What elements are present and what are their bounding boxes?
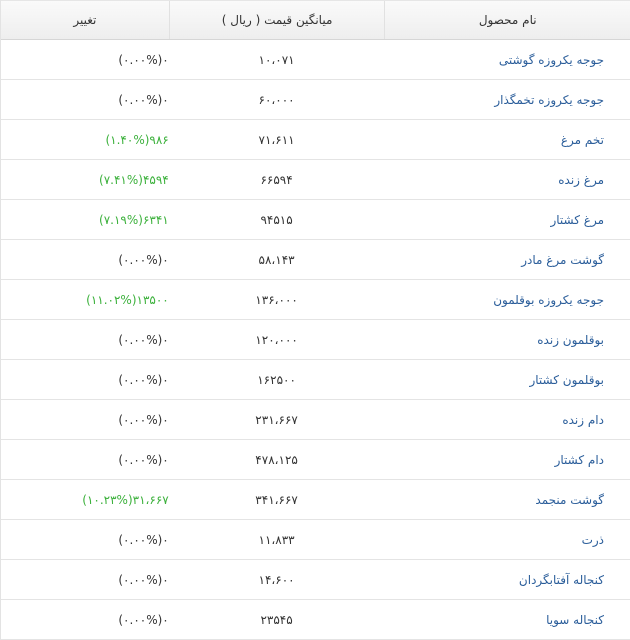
table-row: کنجاله سویا ۲۳۵۴۵ (۰.۰۰%)۰ <box>1 600 630 640</box>
average-price-value: ۹۴۵۱۵ <box>260 212 293 227</box>
average-price-value: ۵۸،۱۴۳ <box>258 252 295 267</box>
average-price-value: ۶۰،۰۰۰ <box>258 92 295 107</box>
price-change-value: (۰.۰۰%)۰ <box>118 252 169 267</box>
price-change-value: (۷.۴۱%)۴۵۹۴ <box>99 172 169 187</box>
price-change-value: (۰.۰۰%)۰ <box>118 52 169 67</box>
price-change-value: (۷.۱۹%)۶۳۴۱ <box>99 212 169 227</box>
product-name-link[interactable]: جوجه یکروزه گوشتی <box>384 40 630 79</box>
average-price-value: ۲۳۱،۶۶۷ <box>255 412 298 427</box>
table-row: جوجه یکروزه بوقلمون ۱۳۶،۰۰۰ (۱۱.۰۲%)۱۳۵۰۰ <box>1 280 630 320</box>
price-change-value: (۰.۰۰%)۰ <box>118 452 169 467</box>
price-change-value: (۰.۰۰%)۰ <box>118 92 169 107</box>
product-name-link[interactable]: جوجه یکروزه تخمگذار <box>384 80 630 119</box>
price-change-value: (۰.۰۰%)۰ <box>118 412 169 427</box>
table-body: جوجه یکروزه گوشتی ۱۰،۰۷۱ (۰.۰۰%)۰ جوجه یکرو… <box>1 40 630 640</box>
table-row: دام کشتار ۴۷۸،۱۲۵ (۰.۰۰%)۰ <box>1 440 630 480</box>
average-price-value: ۱۰،۰۷۱ <box>258 52 295 67</box>
price-change-value: (۰.۰۰%)۰ <box>118 372 169 387</box>
table-row: تخم مرغ ۷۱،۶۱۱ (۱.۴۰%)۹۸۶ <box>1 120 630 160</box>
table-row: جوجه یکروزه تخمگذار ۶۰،۰۰۰ (۰.۰۰%)۰ <box>1 80 630 120</box>
average-price-value: ۲۳۵۴۵ <box>260 612 293 627</box>
table-row: بوقلمون زنده ۱۲۰،۰۰۰ (۰.۰۰%)۰ <box>1 320 630 360</box>
average-price-value: ۴۷۸،۱۲۵ <box>255 452 298 467</box>
product-name-link[interactable]: دام زنده <box>384 400 630 439</box>
price-change-value: (۰.۰۰%)۰ <box>118 612 169 627</box>
price-change-value: (۱.۴۰%)۹۸۶ <box>105 132 169 147</box>
product-name-link[interactable]: بوقلمون زنده <box>384 320 630 359</box>
product-name-link[interactable]: تخم مرغ <box>384 120 630 159</box>
product-name-link[interactable]: بوقلمون کشتار <box>384 360 630 399</box>
column-header-average-price[interactable]: میانگین قیمت ( ریال ) <box>168 1 385 39</box>
average-price-value: ۷۱،۶۱۱ <box>258 132 295 147</box>
product-name-link[interactable]: ذرت <box>384 520 630 559</box>
product-name-link[interactable]: مرغ کشتار <box>384 200 630 239</box>
column-header-product-name[interactable]: نام محصول <box>384 1 630 39</box>
product-name-link[interactable]: کنجاله آفتابگردان <box>384 560 630 599</box>
product-name-link[interactable]: جوجه یکروزه بوقلمون <box>384 280 630 319</box>
table-row: گوشت مرغ مادر ۵۸،۱۴۳ (۰.۰۰%)۰ <box>1 240 630 280</box>
product-name-link[interactable]: دام کشتار <box>384 440 630 479</box>
average-price-value: ۱۱،۸۳۳ <box>258 532 295 547</box>
table-row: کنجاله آفتابگردان ۱۴،۶۰۰ (۰.۰۰%)۰ <box>1 560 630 600</box>
table-row: مرغ کشتار ۹۴۵۱۵ (۷.۱۹%)۶۳۴۱ <box>1 200 630 240</box>
price-change-value: (۱۱.۰۲%)۱۳۵۰۰ <box>86 292 169 307</box>
table-header: نام محصول میانگین قیمت ( ریال ) تغییر <box>1 0 630 40</box>
product-name-link[interactable]: کنجاله سویا <box>384 600 630 639</box>
product-name-link[interactable]: گوشت منجمد <box>384 480 630 519</box>
average-price-value: ۱۴،۶۰۰ <box>258 572 295 587</box>
price-change-value: (۰.۰۰%)۰ <box>118 572 169 587</box>
average-price-value: ۶۶۵۹۴ <box>260 172 293 187</box>
table-row: مرغ زنده ۶۶۵۹۴ (۷.۴۱%)۴۵۹۴ <box>1 160 630 200</box>
price-table: نام محصول میانگین قیمت ( ریال ) تغییر جو… <box>0 0 630 640</box>
column-header-change[interactable]: تغییر <box>1 1 169 39</box>
average-price-value: ۱۳۶،۰۰۰ <box>255 292 298 307</box>
price-change-value: (۰.۰۰%)۰ <box>118 532 169 547</box>
average-price-value: ۱۲۰،۰۰۰ <box>255 332 298 347</box>
table-row: ذرت ۱۱،۸۳۳ (۰.۰۰%)۰ <box>1 520 630 560</box>
price-change-value: (۰.۰۰%)۰ <box>118 332 169 347</box>
product-name-link[interactable]: گوشت مرغ مادر <box>384 240 630 279</box>
table-row: بوقلمون کشتار ۱۶۲۵۰۰ (۰.۰۰%)۰ <box>1 360 630 400</box>
product-name-link[interactable]: مرغ زنده <box>384 160 630 199</box>
average-price-value: ۳۴۱،۶۶۷ <box>255 492 298 507</box>
average-price-value: ۱۶۲۵۰۰ <box>257 372 296 387</box>
table-row: دام زنده ۲۳۱،۶۶۷ (۰.۰۰%)۰ <box>1 400 630 440</box>
table-row: جوجه یکروزه گوشتی ۱۰،۰۷۱ (۰.۰۰%)۰ <box>1 40 630 80</box>
price-change-value: (۱۰.۲۳%)۳۱،۶۶۷ <box>82 492 169 507</box>
table-row: گوشت منجمد ۳۴۱،۶۶۷ (۱۰.۲۳%)۳۱،۶۶۷ <box>1 480 630 520</box>
